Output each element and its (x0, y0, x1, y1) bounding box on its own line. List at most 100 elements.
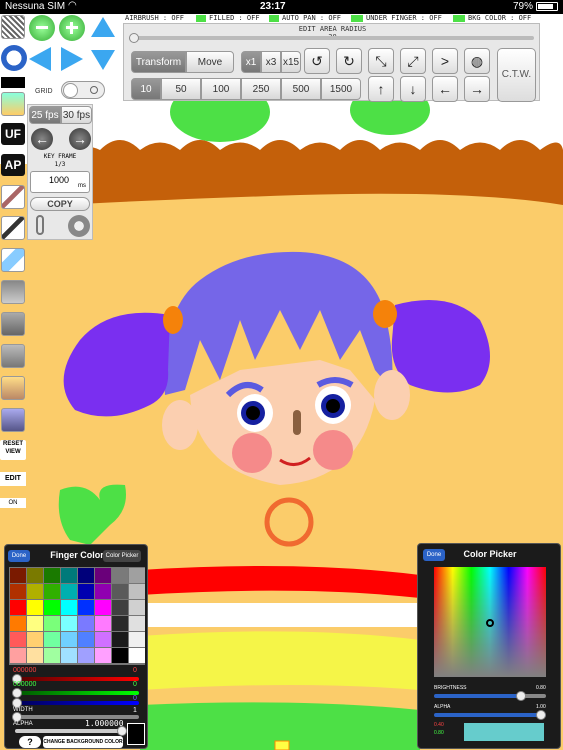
arrow-right-icon[interactable]: → (464, 76, 490, 102)
palette-swatch[interactable] (78, 584, 94, 599)
palette-swatch[interactable] (27, 616, 43, 631)
layers-icon[interactable] (1, 376, 25, 400)
step-100[interactable]: 100 (201, 78, 241, 100)
uf-button[interactable]: UF (1, 123, 25, 145)
palette-swatch[interactable] (44, 568, 60, 583)
expand-icon[interactable]: ⤢ (400, 48, 426, 74)
palette-swatch[interactable] (129, 600, 145, 615)
copy-button[interactable]: COPY (30, 197, 90, 211)
filled-flag[interactable]: FILLED : OFF (209, 14, 260, 23)
palette-swatch[interactable] (129, 632, 145, 647)
triangle-up-icon[interactable] (91, 17, 115, 37)
brush-icon[interactable] (1, 185, 25, 209)
palette-swatch[interactable] (129, 568, 145, 583)
palette-swatch[interactable] (112, 616, 128, 631)
palette-swatch[interactable] (129, 616, 145, 631)
palette-swatch[interactable] (10, 632, 26, 647)
prev-frame-icon[interactable]: ← (31, 128, 53, 150)
picture-icon[interactable] (1, 92, 25, 116)
zoom-in-icon[interactable] (59, 15, 85, 41)
green-slider[interactable] (15, 691, 139, 695)
arrow-down-icon[interactable]: ↓ (400, 76, 426, 102)
palette-swatch[interactable] (10, 584, 26, 599)
edit-area-slider[interactable] (132, 36, 534, 40)
clock-icon[interactable] (1, 45, 27, 71)
tab-transform[interactable]: Transform (131, 51, 186, 73)
palette-swatch[interactable] (95, 616, 111, 631)
cut-icon[interactable] (1, 216, 25, 240)
arrow-up-icon[interactable]: ↑ (368, 76, 394, 102)
picker-alpha-slider[interactable] (434, 713, 546, 717)
palette-swatch[interactable] (61, 600, 77, 615)
palette-swatch[interactable] (10, 568, 26, 583)
picker-alpha-knob[interactable] (536, 710, 546, 720)
palette-swatch[interactable] (112, 568, 128, 583)
palette-swatch[interactable] (27, 568, 43, 583)
palette-swatch[interactable] (95, 632, 111, 647)
palette-swatch[interactable] (112, 632, 128, 647)
green-knob[interactable] (12, 688, 22, 698)
palette-swatch[interactable] (61, 584, 77, 599)
help-button[interactable]: ? (19, 736, 41, 748)
change-background-button[interactable]: CHANGE BACKGROUND COLOR (43, 736, 123, 748)
brightness-slider[interactable] (434, 694, 546, 698)
step-50[interactable]: 50 (161, 78, 201, 100)
edit-button[interactable]: EDIT (0, 472, 26, 486)
image-gray-icon[interactable] (1, 280, 25, 304)
alpha-slider[interactable] (15, 729, 123, 733)
step-500[interactable]: 500 (281, 78, 321, 100)
palette-swatch[interactable] (10, 600, 26, 615)
ap-button[interactable]: AP (1, 154, 25, 176)
next-frame-icon[interactable]: → (69, 128, 91, 150)
step-250[interactable]: 250 (241, 78, 281, 100)
palette-swatch[interactable] (61, 648, 77, 663)
step-10[interactable]: 10 (131, 78, 161, 100)
palette-swatch[interactable] (78, 600, 94, 615)
zoom-out-icon[interactable] (29, 15, 55, 41)
triangle-left-icon[interactable] (29, 47, 51, 71)
mail-icon[interactable] (1, 312, 25, 336)
palette-swatch[interactable] (44, 600, 60, 615)
palette-swatch[interactable] (112, 584, 128, 599)
palette-swatch[interactable] (95, 648, 111, 663)
palette-swatch[interactable] (44, 632, 60, 647)
auto-pan-flag[interactable]: AUTO PAN : OFF (282, 14, 341, 23)
flip-icon[interactable]: > (432, 48, 458, 74)
qr-icon[interactable] (1, 15, 25, 39)
brightness-knob[interactable] (516, 691, 526, 701)
airbrush-flag[interactable]: AIRBRUSH : OFF (125, 14, 184, 23)
palette-swatch[interactable] (10, 616, 26, 631)
palette-swatch[interactable] (129, 584, 145, 599)
multiplier-x3[interactable]: x3 (261, 51, 281, 73)
stamp-icon[interactable]: ◍ (464, 48, 490, 74)
gear-icon[interactable] (68, 215, 90, 237)
color-picker-button[interactable]: Color Picker (103, 550, 141, 562)
palette-swatch[interactable] (95, 584, 111, 599)
rotate-ccw-icon[interactable]: ↺ (304, 48, 330, 74)
paperclip-icon[interactable] (36, 215, 44, 235)
palette-swatch[interactable] (27, 648, 43, 663)
multiplier-x15[interactable]: x15 (281, 51, 301, 73)
palette-swatch[interactable] (61, 568, 77, 583)
palette-swatch[interactable] (112, 648, 128, 663)
fps-25[interactable]: 25 fps (29, 106, 61, 124)
palette-swatch[interactable] (44, 648, 60, 663)
arrow-left-icon[interactable]: ← (432, 76, 458, 102)
palette-swatch[interactable] (44, 616, 60, 631)
palette-swatch[interactable] (27, 632, 43, 647)
palette-swatch[interactable] (61, 632, 77, 647)
tab-move[interactable]: Move (186, 51, 234, 73)
palette-swatch[interactable] (10, 648, 26, 663)
duration-field[interactable]: 1000 ms (30, 171, 90, 193)
palette-swatch[interactable] (78, 648, 94, 663)
picker-crosshair-icon[interactable] (486, 619, 494, 627)
color-swatch-black[interactable] (1, 77, 25, 88)
palette-swatch[interactable] (44, 584, 60, 599)
hue-saturation-field[interactable] (434, 567, 546, 677)
eraser-icon[interactable] (1, 248, 25, 272)
palette-swatch[interactable] (78, 632, 94, 647)
step-1500[interactable]: 1500 (321, 78, 361, 100)
fps-30[interactable]: 30 fps (61, 106, 92, 124)
ctw-button[interactable]: C.T.W. (497, 48, 536, 102)
rotate-cw-icon[interactable]: ↻ (336, 48, 362, 74)
